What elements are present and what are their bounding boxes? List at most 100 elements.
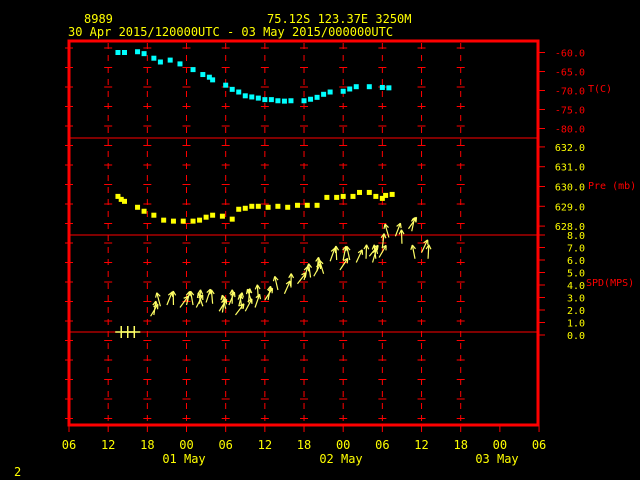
temperature-point — [229, 86, 235, 92]
wind-arrow — [363, 244, 370, 259]
y-tick-label: 632.0 — [555, 143, 585, 154]
temperature-point — [281, 98, 287, 104]
wind-arrow — [425, 244, 432, 259]
wind-arrow — [329, 247, 337, 262]
x-tick-label: 12 — [258, 438, 272, 452]
temperature-panel-label: T(C) — [588, 84, 612, 95]
x-tick-label: 12 — [101, 438, 115, 452]
temperature-point — [249, 94, 255, 100]
x-tick-label: 12 — [414, 438, 428, 452]
time-range: 30 Apr 2015/120000UTC - 03 May 2015/0000… — [68, 25, 393, 39]
wind-arrow — [420, 239, 429, 253]
pressure-point — [242, 205, 248, 211]
pressure-point — [373, 193, 379, 199]
temperature-point — [340, 88, 346, 94]
temperature-point — [321, 91, 327, 97]
y-tick-label: -80.0 — [555, 125, 585, 136]
temperature-point — [157, 59, 163, 65]
wind-arrow-head — [410, 244, 413, 250]
temperature-point — [262, 97, 268, 103]
y-tick-label: 5.0 — [567, 269, 585, 280]
wind-arrow-head — [245, 289, 249, 295]
y-tick-label: -65.0 — [555, 68, 585, 79]
y-tick-label: 0.0 — [567, 331, 585, 342]
pressure-point — [383, 192, 389, 198]
wind-arrow — [208, 289, 215, 304]
temperature-point — [301, 98, 307, 104]
temperature-point — [327, 89, 333, 95]
pressure-point — [210, 212, 216, 218]
wind-arrow — [155, 292, 161, 307]
wind-arrow — [272, 275, 279, 291]
wind-arrow — [333, 245, 340, 261]
x-tick-label: 06 — [218, 438, 232, 452]
pressure-point — [180, 218, 186, 224]
y-tick-label: -60.0 — [555, 49, 585, 60]
wind-arrow — [339, 257, 349, 271]
wind-arrow-head — [399, 223, 402, 229]
wind-arrow — [283, 280, 292, 294]
pressure-point — [350, 193, 356, 199]
pressure-point — [265, 204, 271, 210]
y-tick-label: 1.0 — [567, 319, 585, 330]
x-tick-label: 18 — [453, 438, 467, 452]
x-tick-label: 00 — [493, 438, 507, 452]
chart: 8989 75.12S 123.37E 3250M 30 Apr 2015/12… — [14, 12, 636, 479]
temperature-point — [200, 72, 206, 78]
wind-arrow-head — [196, 292, 199, 299]
y-tick-label: 6.0 — [567, 256, 585, 267]
grid — [65, 43, 538, 425]
wind-arrow-head — [237, 294, 241, 300]
temperature-point — [308, 96, 314, 102]
x-tick-label: 06 — [532, 438, 546, 452]
pressure-point — [219, 213, 225, 219]
y-tick-label: 2.0 — [567, 306, 585, 317]
temperature-point — [121, 50, 127, 55]
pressure-point — [236, 206, 242, 212]
pressure-point — [340, 193, 346, 199]
pressure-point — [285, 204, 291, 210]
wind-arrow — [170, 290, 177, 306]
pressure-point — [161, 217, 167, 223]
x-tick-label: 06 — [62, 438, 76, 452]
wind-arrow — [398, 229, 405, 244]
wind-arrow-head — [241, 292, 244, 298]
pressure-point — [135, 204, 141, 210]
temperature-point — [210, 77, 216, 83]
temperature-point — [347, 86, 353, 92]
temperature-point — [167, 57, 173, 63]
temperature-point — [379, 84, 385, 90]
y-tick-label: -75.0 — [555, 106, 585, 117]
y-tick-label: -70.0 — [555, 87, 585, 98]
y-tick-label: 629.0 — [555, 202, 585, 213]
temperature-point — [236, 89, 242, 95]
pressure-point — [151, 212, 157, 218]
pressure-point — [255, 203, 261, 209]
x-tick-label: 18 — [140, 438, 154, 452]
wind-arrow — [410, 244, 416, 259]
wind-arrow-head — [155, 292, 158, 298]
pressure-point — [275, 203, 281, 209]
temperature-point — [177, 61, 183, 67]
pressure-point — [304, 202, 310, 208]
pressure-point — [141, 208, 147, 214]
pressure-point — [190, 218, 196, 224]
y-tick-label: 631.0 — [555, 163, 585, 174]
data-marks — [115, 49, 432, 338]
date-label-03-may: 03 May — [475, 452, 518, 466]
pressure-point — [170, 218, 176, 224]
x-tick-label: 00 — [179, 438, 193, 452]
pressure-point — [389, 191, 395, 197]
pressure-point — [203, 214, 209, 220]
wind-arrow-head — [259, 294, 262, 300]
temperature-point — [190, 67, 196, 73]
wind-speed-panel-label: SPD(MPS) — [586, 278, 634, 289]
temperature-point — [366, 84, 372, 90]
x-tick-label: 00 — [336, 438, 350, 452]
pressure-point — [294, 202, 300, 208]
wind-arrow — [237, 294, 244, 309]
wind-arrow — [394, 222, 402, 237]
x-tick-label: 18 — [297, 438, 311, 452]
temperature-point — [353, 84, 359, 90]
wind-arrow — [355, 249, 364, 263]
